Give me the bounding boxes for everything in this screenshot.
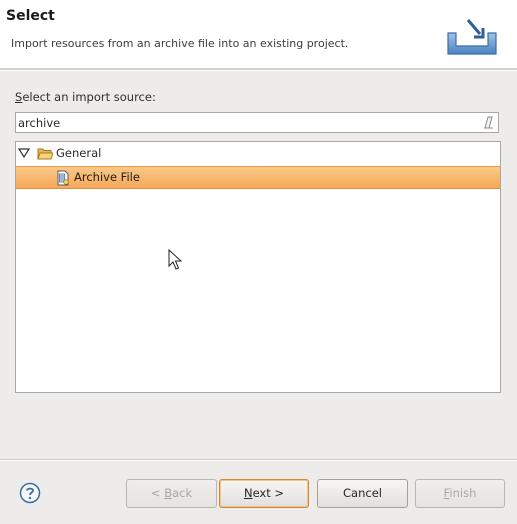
tree-item-general[interactable]: General bbox=[16, 142, 500, 165]
mouse-pointer-icon bbox=[168, 249, 182, 270]
header-separator bbox=[0, 68, 517, 71]
tree-item-archive-file[interactable]: Archive File bbox=[16, 166, 500, 189]
page-title: Select bbox=[6, 8, 55, 24]
clear-filter-icon[interactable] bbox=[481, 115, 495, 129]
page-description: Import resources from an archive file in… bbox=[11, 37, 349, 50]
back-button[interactable]: < Back bbox=[126, 479, 217, 508]
footer-separator bbox=[0, 459, 517, 461]
import-source-tree[interactable]: General Archive File bbox=[15, 141, 501, 393]
wizard-header: Select Import resources from an archive … bbox=[0, 0, 517, 68]
expand-triangle-icon[interactable] bbox=[18, 148, 30, 158]
cancel-button[interactable]: Cancel bbox=[317, 479, 408, 508]
next-button[interactable]: Next > bbox=[219, 479, 309, 508]
folder-open-icon bbox=[37, 148, 53, 160]
import-source-label: Select an import source: bbox=[15, 90, 156, 104]
tree-item-label: General bbox=[56, 146, 102, 160]
archive-file-icon bbox=[57, 170, 69, 186]
filter-field[interactable] bbox=[15, 112, 499, 133]
filter-input[interactable] bbox=[18, 113, 478, 132]
help-icon[interactable] bbox=[19, 482, 41, 504]
import-wizard-icon bbox=[447, 19, 497, 55]
finish-button[interactable]: Finish bbox=[415, 479, 505, 508]
tree-item-label: Archive File bbox=[74, 170, 140, 184]
